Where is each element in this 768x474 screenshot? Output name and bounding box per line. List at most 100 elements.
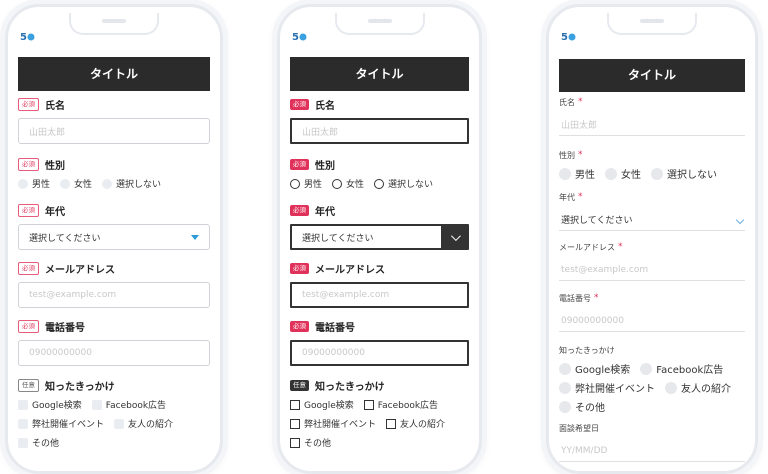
caret-down-icon <box>191 234 199 240</box>
phone-label: 電話番号 <box>559 294 591 303</box>
phone-input[interactable]: 09000000000 <box>18 340 210 366</box>
speaker <box>102 19 126 23</box>
speaker <box>367 19 392 23</box>
phone-label: 電話番号 <box>315 323 355 334</box>
source-checkbox-other[interactable]: その他 <box>559 399 605 414</box>
email-input[interactable]: test@example.com <box>18 282 210 308</box>
chevron-down-icon <box>450 230 461 241</box>
gender-radio-female[interactable]: 女性 <box>60 177 92 190</box>
gender-field: 必須 性別 男性 女性 選択しない <box>18 157 210 190</box>
age-field: 必須 年代 選択してください <box>290 203 469 250</box>
phone-placeholder: 09000000000 <box>29 348 92 358</box>
option-label: Facebook広告 <box>656 365 724 376</box>
age-label: 年代 <box>559 193 575 202</box>
option-label: 選択しない <box>388 180 434 190</box>
source-checkbox-friend[interactable]: 友人の紹介 <box>114 417 173 430</box>
source-checkbox-other[interactable]: その他 <box>290 436 331 449</box>
required-badge: 必須 <box>18 158 39 171</box>
page-title: タイトル <box>559 59 745 92</box>
phone-mockup-2: 5 タイトル 必須 氏名 山田太郎 必須 性別 男性 女性 選択しない 必須 年代 選… <box>277 4 482 474</box>
optional-badge: 任意 <box>290 380 309 391</box>
source-checkbox-event[interactable]: 弊社開催イベント <box>290 417 376 430</box>
gender-radio-female[interactable]: 女性 <box>332 177 364 190</box>
logo-icon: 5 <box>292 32 307 43</box>
required-badge: 必須 <box>290 321 309 332</box>
gender-radio-female[interactable]: 女性 <box>605 166 641 181</box>
required-asterisk: * <box>618 242 623 252</box>
date-input[interactable]: YY/MM/DD <box>559 440 745 462</box>
age-select[interactable]: 選択してください <box>559 209 745 231</box>
gender-radio-none[interactable]: 選択しない <box>102 177 161 190</box>
name-label: 氏名 <box>45 101 65 112</box>
source-checkbox-friend[interactable]: 友人の紹介 <box>665 380 731 395</box>
option-label: 女性 <box>74 180 93 190</box>
required-badge: 必須 <box>18 204 39 217</box>
gender-field: 必須 性別 男性 女性 選択しない <box>290 157 469 190</box>
page-title: タイトル <box>290 57 469 91</box>
source-checkbox-event[interactable]: 弊社開催イベント <box>18 417 104 430</box>
gender-radio-male[interactable]: 男性 <box>18 177 50 190</box>
option-label: その他 <box>32 439 60 449</box>
required-asterisk: * <box>578 97 583 107</box>
gender-radio-none[interactable]: 選択しない <box>651 166 717 181</box>
name-input[interactable]: 山田太郎 <box>559 114 745 136</box>
email-field: 必須 メールアドレス test@example.com <box>18 261 210 308</box>
age-field: 必須 年代 選択してください <box>18 203 210 250</box>
source-checkbox-facebook[interactable]: Facebook広告 <box>640 361 723 376</box>
name-field: 必須 氏名 山田太郎 <box>290 97 469 144</box>
name-input[interactable]: 山田太郎 <box>18 118 210 144</box>
source-checkbox-facebook[interactable]: Facebook広告 <box>363 398 439 411</box>
phone-placeholder: 09000000000 <box>561 315 624 326</box>
select-toggle[interactable] <box>441 224 467 250</box>
age-label: 年代 <box>315 207 335 218</box>
option-label: Facebook広告 <box>377 401 439 411</box>
source-checkbox-google[interactable]: Google検索 <box>559 361 630 376</box>
email-field: 必須 メールアドレス test@example.com <box>290 261 469 308</box>
speaker <box>640 19 664 23</box>
phone-input[interactable]: 09000000000 <box>290 340 469 366</box>
required-badge: 必須 <box>18 320 39 333</box>
option-label: 選択しない <box>116 180 162 190</box>
option-label: 弊社開催イベント <box>575 384 655 395</box>
source-label: 知ったきっかけ <box>45 382 115 393</box>
age-select[interactable]: 選択してください <box>18 224 210 250</box>
phone-input[interactable]: 09000000000 <box>559 310 745 332</box>
source-checkbox-google[interactable]: Google検索 <box>290 398 354 411</box>
source-checkbox-facebook[interactable]: Facebook広告 <box>91 398 167 411</box>
gender-label: 性別 <box>45 161 65 172</box>
date-field: 面談希望日 YY/MM/DD <box>559 423 745 462</box>
phone-mockup-3: 5 タイトル 氏名 * 山田太郎 性別 * 男性 女性 選択しない 年代 * 選択して… <box>546 4 758 474</box>
source-field: 知ったきっかけ Google検索 Facebook広告 弊社開催イベント 友人の… <box>559 345 745 414</box>
optional-badge: 任意 <box>18 379 39 392</box>
option-label: 男性 <box>304 180 323 190</box>
source-checkbox-google[interactable]: Google検索 <box>18 398 82 411</box>
email-field: メールアドレス * test@example.com <box>559 242 745 281</box>
email-input[interactable]: test@example.com <box>559 259 745 281</box>
required-badge: 必須 <box>18 262 39 275</box>
age-select-value: 選択してください <box>29 233 101 244</box>
required-badge: 必須 <box>290 205 309 216</box>
source-checkbox-friend[interactable]: 友人の紹介 <box>386 417 445 430</box>
age-field: 年代 * 選択してください <box>559 192 745 231</box>
option-label: 友人の紹介 <box>681 384 731 395</box>
phone-label: 電話番号 <box>45 323 85 334</box>
source-checkbox-other[interactable]: その他 <box>18 436 59 449</box>
age-select[interactable]: 選択してください <box>290 224 469 250</box>
option-label: 選択しない <box>667 170 717 181</box>
name-placeholder: 山田太郎 <box>302 127 339 138</box>
gender-field: 性別 * 男性 女性 選択しない <box>559 150 745 181</box>
gender-radio-male[interactable]: 男性 <box>290 177 322 190</box>
gender-radio-male[interactable]: 男性 <box>559 166 595 181</box>
required-badge: 必須 <box>290 263 309 274</box>
phone-field: 必須 電話番号 09000000000 <box>290 319 469 366</box>
source-checkbox-event[interactable]: 弊社開催イベント <box>559 380 655 395</box>
age-label: 年代 <box>45 207 65 218</box>
name-field: 氏名 * 山田太郎 <box>559 97 745 136</box>
option-label: Facebook広告 <box>105 401 167 411</box>
name-label: 氏名 <box>315 101 335 112</box>
email-input[interactable]: test@example.com <box>290 282 469 308</box>
source-field: 任意 知ったきっかけ Google検索 Facebook広告 弊社開催イベント 友… <box>290 378 469 449</box>
gender-radio-none[interactable]: 選択しない <box>374 177 433 190</box>
option-label: 女性 <box>621 170 641 181</box>
name-input[interactable]: 山田太郎 <box>290 118 469 144</box>
